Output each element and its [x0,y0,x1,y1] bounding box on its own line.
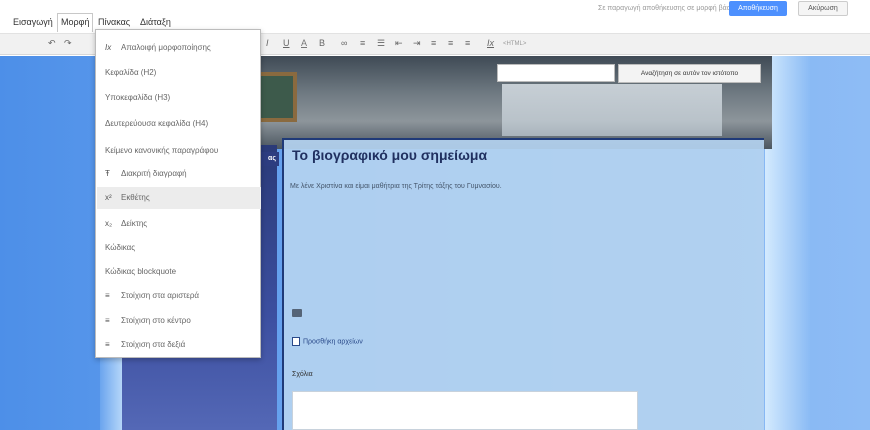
numbered-list-icon[interactable]: ≡ [360,38,365,48]
menu-layout[interactable]: Διάταξη [137,15,174,29]
menu-item-code[interactable]: Κώδικας [97,237,261,259]
save-button[interactable]: Αποθήκευση [729,1,787,16]
menu-item-heading[interactable]: Κεφαλίδα (H2) [97,62,261,84]
undo-icon[interactable]: ↶ [48,38,56,49]
html-toggle[interactable]: <HTML> [503,41,526,47]
comment-input[interactable] [292,391,638,430]
menu-item-subscript[interactable]: x₂ Δείκτης [97,213,261,235]
bulleted-list-icon[interactable]: ☰ [377,38,385,49]
menu-item-normal-paragraph[interactable]: Κείμενο κανονικής παραγράφου [97,140,261,162]
menu-item-label: Κώδικας [105,243,136,252]
menu-item-clear-formatting[interactable]: Ix Απαλοιφή μορφοποίησης [97,37,261,59]
menu-item-label: Στοίχιση στα αριστερά [121,291,200,300]
menu-item-label: Δείκτης [121,219,148,228]
menu-item-label: Κεφαλίδα (H2) [105,68,157,77]
strikethrough-icon: Ŧ [105,169,110,178]
file-icon [292,337,300,346]
font-color-icon[interactable]: A [301,38,307,48]
redo-icon[interactable]: ↷ [64,38,72,49]
menu-item-minor-heading[interactable]: Δευτερεύουσα κεφαλίδα (H4) [97,113,261,135]
classroom-window [502,84,722,136]
menu-item-blockquote[interactable]: Κώδικας blockquote [97,261,261,283]
menu-item-label: Υποκεφαλίδα (H3) [105,93,171,102]
add-files-label: Προσθήκη αρχείων [303,338,363,346]
folder-icon [292,309,302,317]
clear-formatting-icon: Ix [105,43,112,52]
align-left-icon: ≡ [105,291,110,300]
menu-item-label: Διακριτή διαγραφή [121,169,187,178]
underline-icon[interactable]: U [283,38,290,48]
indent-more-icon[interactable]: ⇥ [413,38,421,49]
top-note: Σε παραγωγή αποθήκευσης σε μορφή βάσης [598,5,739,12]
align-left-icon[interactable]: ≡ [431,38,436,48]
align-right-icon[interactable]: ≡ [465,38,470,48]
menu-insert[interactable]: Εισαγωγή [10,15,56,29]
menu-item-label: Κώδικας blockquote [105,267,177,276]
align-center-icon[interactable]: ≡ [448,38,453,48]
menu-item-superscript[interactable]: x² Εκθέτης [97,187,261,209]
menu-item-label: Στοίχιση στα δεξιά [121,340,186,349]
menu-item-label: Απαλοιφή μορφοποίησης [121,43,211,52]
background-color-icon[interactable]: B [319,38,325,48]
menu-item-label: Κείμενο κανονικής παραγράφου [105,146,219,155]
page-title[interactable]: Το βιογραφικό μου σημείωμα [292,147,487,163]
menu-item-align-left[interactable]: ≡ Στοίχιση στα αριστερά [97,285,261,307]
menu-format[interactable]: Μορφή [57,13,94,32]
comments-label: Σχόλια [292,371,313,378]
menu-item-align-center[interactable]: ≡ Στοίχιση στο κέντρο [97,310,261,332]
align-right-icon: ≡ [105,340,110,349]
subscript-icon: x₂ [105,219,113,228]
site-search-input[interactable] [497,64,615,82]
menu-item-align-right[interactable]: ≡ Στοίχιση στα δεξιά [97,334,261,356]
menu-table[interactable]: Πίνακας [95,15,133,29]
align-center-icon: ≡ [105,316,110,325]
menu-item-label: Στοίχιση στο κέντρο [121,316,191,325]
clear-formatting-icon[interactable]: Ix [487,38,494,48]
page-body-text[interactable]: Με λένε Χριστίνα και είμαι μαθήτρια της … [290,183,502,190]
menu-item-label: Εκθέτης [121,193,150,202]
site-search-button[interactable]: Αναζήτηση σε αυτόν τον ιστότοπο [618,64,761,83]
menu-item-strikethrough[interactable]: Ŧ Διακριτή διαγραφή [97,163,261,185]
format-menu: Ix Απαλοιφή μορφοποίησης Κεφαλίδα (H2) Υπ… [95,29,261,358]
link-icon[interactable]: ∞ [341,38,347,48]
add-files-link[interactable]: Προσθήκη αρχείων [292,337,363,346]
superscript-icon: x² [105,193,112,202]
italic-icon[interactable]: I [266,38,269,48]
cancel-button[interactable]: Ακύρωση [798,1,848,16]
content-area [282,138,764,430]
menu-item-label: Δευτερεύουσα κεφαλίδα (H4) [105,119,209,128]
indent-less-icon[interactable]: ⇤ [395,38,403,49]
menu-item-subheading[interactable]: Υποκεφαλίδα (H3) [97,87,261,109]
